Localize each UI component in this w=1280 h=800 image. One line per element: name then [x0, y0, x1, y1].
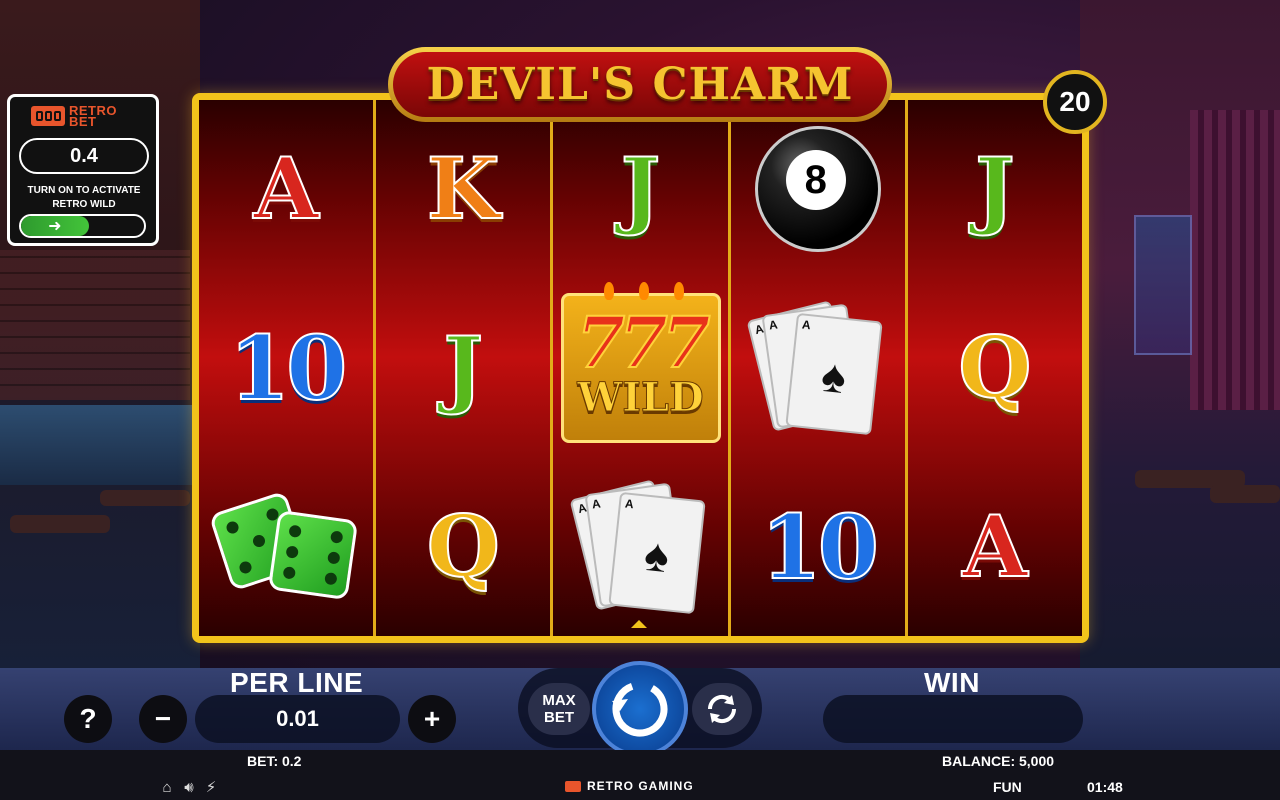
retro-bet-logo: RETRO BET [31, 104, 117, 128]
symbol-q: Q [426, 496, 501, 596]
symbol-cell: Q [376, 457, 550, 636]
arrow-right-icon: ➜ [21, 216, 89, 236]
game-title-plate: DEVIL'S CHARM [388, 47, 892, 122]
reel-1: A 10 [199, 100, 374, 636]
playing-cards-icon: A A A ♠ [568, 478, 706, 614]
brand-footer: RETRO GAMING [565, 779, 694, 793]
background-brick-wall [0, 250, 190, 400]
help-button[interactable]: ? [64, 695, 112, 743]
background-curtain [1190, 110, 1280, 410]
background-bar-counter [0, 405, 195, 485]
symbol-10: 10 [759, 494, 879, 599]
symbol-cell: 10 [731, 457, 905, 636]
eight-ball-icon: 8 [754, 126, 881, 253]
symbol-cell: J [376, 279, 550, 458]
retro-wild-toggle[interactable]: ➜ [19, 214, 146, 238]
symbol-cell: A A A ♠ [731, 279, 905, 458]
symbol-cell: J [553, 100, 727, 279]
game-mode: FUN [993, 779, 1022, 795]
symbol-cell: Q [908, 279, 1082, 458]
bet-total: BET: 0.2 [247, 753, 302, 769]
retro-bet-description: TURN ON TO ACTIVATE RETRO WILD [27, 185, 141, 210]
reel-2: K J Q [373, 100, 551, 636]
symbol-cell: 8 [731, 100, 905, 279]
reels-frame: A 10 K J Q J 777 WILD A A A ♠ 8 A A A ♠ … [192, 93, 1089, 643]
symbol-cell: A [908, 457, 1082, 636]
symbol-k: K [426, 139, 501, 239]
symbol-j: J [620, 139, 662, 239]
brand-name: RETRO GAMING [587, 779, 694, 793]
symbol-cell [199, 457, 373, 636]
symbol-j: J [974, 139, 1016, 239]
background-poster [1134, 215, 1192, 355]
max-bet-button[interactable]: MAX BET [528, 683, 590, 735]
slot-machine-icon [31, 106, 65, 126]
background-stool [10, 515, 110, 533]
balance: BALANCE: 5,000 [942, 753, 1055, 769]
symbol-a: A [252, 139, 319, 239]
dice-icon [208, 487, 361, 607]
symbol-a: A [961, 496, 1028, 596]
wild-label: WILD [577, 374, 704, 421]
per-line-value: 0.01 [195, 695, 400, 743]
wild-sevens: 777 [575, 301, 711, 384]
playing-cards-icon: A A A ♠ [746, 300, 883, 436]
footer-icons: ⌂ 🔊︎ ⚡︎ [158, 778, 220, 797]
symbol-cell: A A A ♠ [553, 457, 727, 636]
symbol-j: J [442, 318, 484, 417]
symbol-10: 10 [228, 316, 348, 420]
clock: 01:48 [1087, 779, 1123, 795]
decrease-bet-button[interactable]: − [139, 695, 187, 743]
win-value [823, 695, 1083, 743]
autoplay-icon [707, 694, 737, 724]
retro-gaming-logo-icon [565, 780, 581, 792]
autoplay-button[interactable] [692, 683, 752, 735]
wild-symbol: 777 WILD [560, 282, 721, 443]
reel-4: 8 A A A ♠ 10 [727, 100, 905, 636]
symbol-q: Q [957, 318, 1032, 417]
turbo-icon[interactable]: ⚡︎ [202, 778, 220, 796]
reel-5: J Q A [904, 100, 1083, 636]
symbol-cell: A [199, 100, 373, 279]
reel-3: J 777 WILD A A A ♠ [550, 100, 728, 636]
symbol-cell: K [376, 100, 550, 279]
reel-center-marker [631, 620, 647, 628]
game-title: DEVIL'S CHARM [393, 52, 887, 117]
symbol-cell: 777 WILD [553, 279, 727, 458]
home-icon[interactable]: ⌂ [158, 778, 176, 796]
spin-icon [612, 681, 668, 737]
increase-bet-button[interactable]: + [408, 695, 456, 743]
sound-icon[interactable]: 🔊︎ [180, 778, 198, 796]
paylines-badge: 20 [1043, 70, 1107, 134]
symbol-cell: 10 [199, 279, 373, 458]
background-stool [1210, 485, 1280, 503]
retro-bet-panel: RETRO BET 0.4 TURN ON TO ACTIVATE RETRO … [7, 94, 159, 246]
retro-bet-value: 0.4 [19, 138, 149, 174]
background-stool [100, 490, 190, 506]
spin-button[interactable] [592, 661, 688, 757]
